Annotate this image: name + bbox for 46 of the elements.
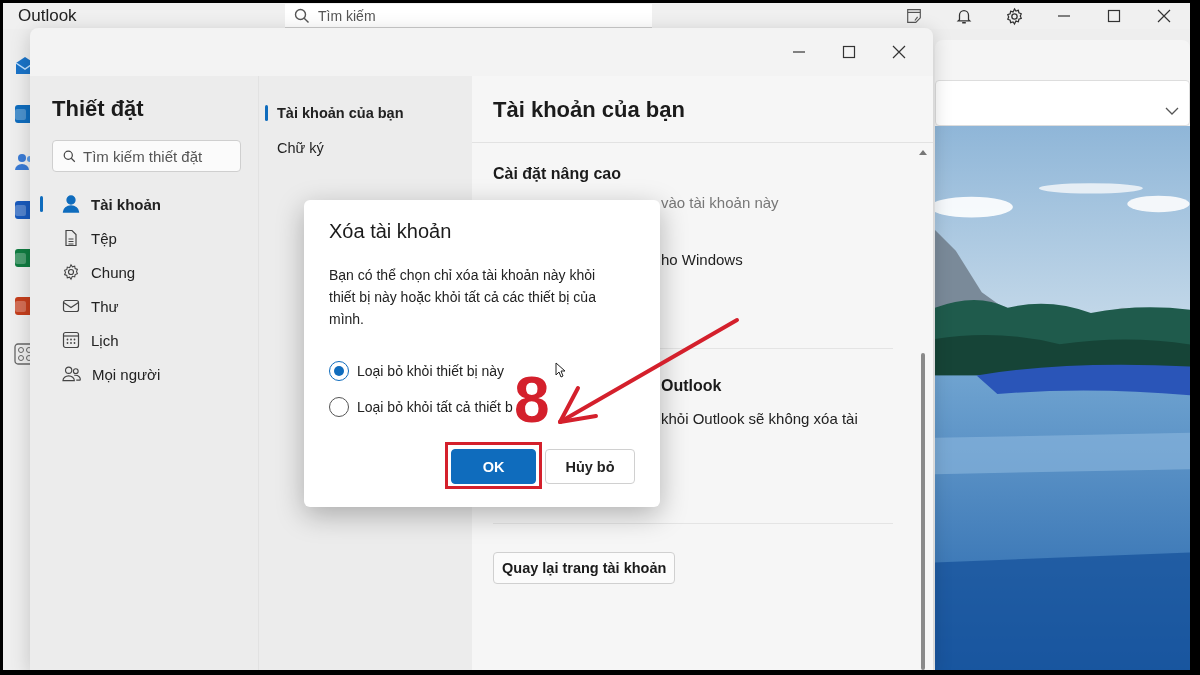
chevron-down-icon <box>1165 107 1179 115</box>
app-icon[interactable] <box>14 103 30 125</box>
scrollbar-thumb[interactable] <box>921 353 925 670</box>
dialog-message: Bạn có thể chọn chỉ xóa tài khoản này khỏi thiết bị này hoặc khỏi tất cả các thiết bị của mình. <box>329 266 597 329</box>
people-icon <box>62 365 81 383</box>
subnav-item[interactable]: Tài khoản của bạn <box>259 100 472 126</box>
app-icon[interactable] <box>14 295 30 317</box>
cursor-icon <box>555 362 565 378</box>
section-heading: Outlook <box>660 376 723 396</box>
search-field[interactable]: Tìm kiếm <box>285 4 652 28</box>
ok-button[interactable]: OK <box>451 449 536 484</box>
cancel-button[interactable]: Hủy bỏ <box>545 449 635 484</box>
option-label: Loại bỏ khỏi tất cả thiết b <box>357 399 513 415</box>
calendar-icon <box>62 331 80 349</box>
back-button[interactable]: Quay lại trang tài khoản <box>493 552 676 584</box>
body-text: ho Windows <box>660 250 744 270</box>
page-title: Tài khoản của bạn <box>472 76 933 143</box>
nav-item[interactable]: Chung <box>40 255 241 289</box>
mail-icon[interactable] <box>14 55 30 77</box>
subnav-item[interactable]: Chữ ký <box>259 135 472 161</box>
people-icon[interactable] <box>14 151 30 173</box>
step-number: 8 <box>514 368 550 432</box>
app-icon[interactable] <box>14 247 30 269</box>
dialog-title: Xóa tài khoản <box>329 220 453 243</box>
document-icon <box>62 229 80 247</box>
person-icon <box>62 195 80 213</box>
apps-grid-icon[interactable] <box>14 343 30 365</box>
input-field[interactable] <box>935 80 1190 126</box>
app-icon[interactable] <box>14 199 30 221</box>
app-title: Outlook <box>18 6 78 26</box>
option-label: Loại bỏ khỏi thiết bị này <box>357 363 505 379</box>
section-heading: Cài đặt nâng cao <box>493 164 623 184</box>
section-description: vào tài khoản này <box>660 193 780 213</box>
search-icon <box>63 150 76 163</box>
nav-item[interactable]: Thư <box>40 289 241 323</box>
scroll-up-icon[interactable] <box>919 150 927 155</box>
nav-item[interactable]: Tài khoản <box>40 187 241 221</box>
gear-icon <box>62 263 80 281</box>
nav-item[interactable]: Mọi người <box>40 357 241 391</box>
body-text: khỏi Outlook sẽ không xóa tài <box>660 409 859 429</box>
nav-item[interactable]: Tệp <box>40 221 241 255</box>
settings-title: Thiết đặt <box>52 96 145 122</box>
envelope-icon <box>62 297 80 315</box>
nav-item[interactable]: Lịch <box>40 323 241 357</box>
search-icon <box>294 8 310 24</box>
search-field[interactable]: Tìm kiếm thiết đặt <box>52 140 241 172</box>
